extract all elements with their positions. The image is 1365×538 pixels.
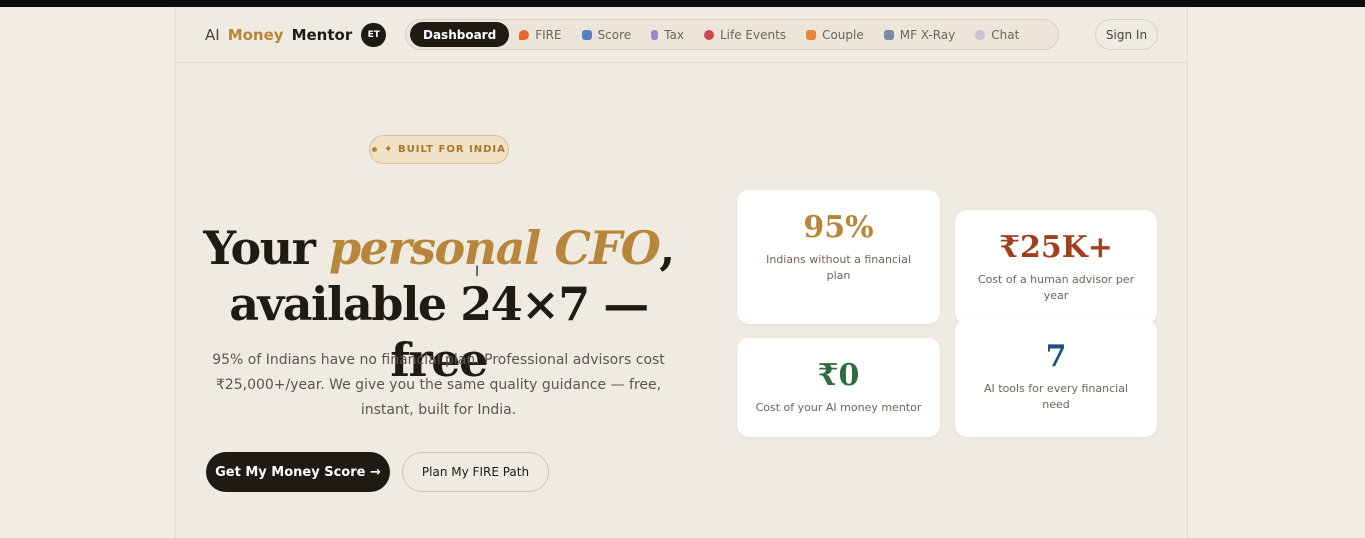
nav-mf-xray-label: MF X-Ray	[899, 27, 956, 42]
target-icon	[703, 29, 714, 40]
stat-label: AI tools for every financial need	[983, 382, 1129, 411]
window-top-bar	[0, 0, 1365, 7]
built-for-india-badge: ✦ BUILT FOR INDIA	[369, 135, 509, 164]
stat-card-ai-tools: 7 AI tools for every financial need	[955, 319, 1157, 437]
stat-value: 7	[1045, 339, 1067, 374]
nav-dashboard-label: Dashboard	[423, 27, 497, 42]
brand-et-badge: ET	[361, 23, 387, 47]
stat-card-mentor-cost: ₹0 Cost of your AI money mentor	[737, 338, 940, 437]
nav-tax-label: Tax	[664, 27, 684, 42]
nav-couple-label: Couple	[822, 27, 864, 42]
microscope-icon	[883, 29, 894, 40]
badge-label: ✦ BUILT FOR INDIA	[384, 144, 506, 155]
stat-card-no-plan: 95% Indians without a financial plan	[737, 190, 940, 324]
fire-icon	[519, 29, 530, 40]
headline-part-1: Your	[203, 221, 329, 275]
nav-chat[interactable]: Chat	[965, 22, 1029, 47]
nav-dashboard[interactable]: Dashboard	[410, 22, 510, 47]
plan-fire-path-button[interactable]: Plan My FIRE Path	[402, 452, 549, 492]
stat-card-advisor-cost: ₹25K+ Cost of a human advisor per year	[955, 210, 1157, 324]
nav-chat-label: Chat	[991, 27, 1020, 42]
dot-icon	[372, 147, 378, 152]
header: AI Money Mentor ET Dashboard FIRE Score …	[176, 7, 1187, 63]
nav-mf-xray[interactable]: MF X-Ray	[874, 22, 966, 47]
get-money-score-button[interactable]: Get My Money Score →	[206, 452, 390, 492]
chart-icon	[581, 29, 592, 40]
couple-icon	[806, 29, 817, 40]
text-cursor-icon: I	[475, 264, 480, 280]
headline-accent: personal CFO	[328, 221, 661, 275]
stat-value: 95%	[803, 210, 874, 245]
nav-couple[interactable]: Couple	[796, 22, 874, 47]
speech-bubble-icon	[975, 29, 986, 40]
sign-in-button[interactable]: Sign In	[1095, 19, 1158, 50]
headline-part-2: ,	[659, 221, 675, 275]
brand-mentor: Mentor	[291, 26, 353, 44]
nav-life-events-label: Life Events	[719, 27, 787, 42]
brand-money: Money	[227, 26, 284, 44]
stat-label: Cost of a human advisor per year	[977, 273, 1135, 302]
brand-logo[interactable]: AI Money Mentor ET	[205, 23, 387, 47]
nav-tax[interactable]: Tax	[641, 22, 694, 47]
nav-fire-label: FIRE	[535, 27, 562, 42]
hero-subtext: 95% of Indians have no financial plan. P…	[212, 352, 665, 418]
receipt-icon	[651, 29, 659, 40]
nav-score-label: Score	[597, 27, 632, 42]
brand-ai: AI	[205, 26, 220, 44]
stat-label: Cost of your AI money mentor	[755, 401, 922, 414]
nav-life-events[interactable]: Life Events	[694, 22, 796, 47]
page-frame: AI Money Mentor ET Dashboard FIRE Score …	[175, 7, 1188, 538]
stat-value: ₹0	[817, 358, 860, 393]
stat-label: Indians without a financial plan	[766, 253, 911, 282]
nav-fire[interactable]: FIRE	[509, 22, 571, 47]
main-nav: Dashboard FIRE Score Tax Life Events Cou…	[405, 19, 1059, 50]
nav-score[interactable]: Score	[572, 22, 642, 47]
stat-value: ₹25K+	[999, 230, 1113, 265]
